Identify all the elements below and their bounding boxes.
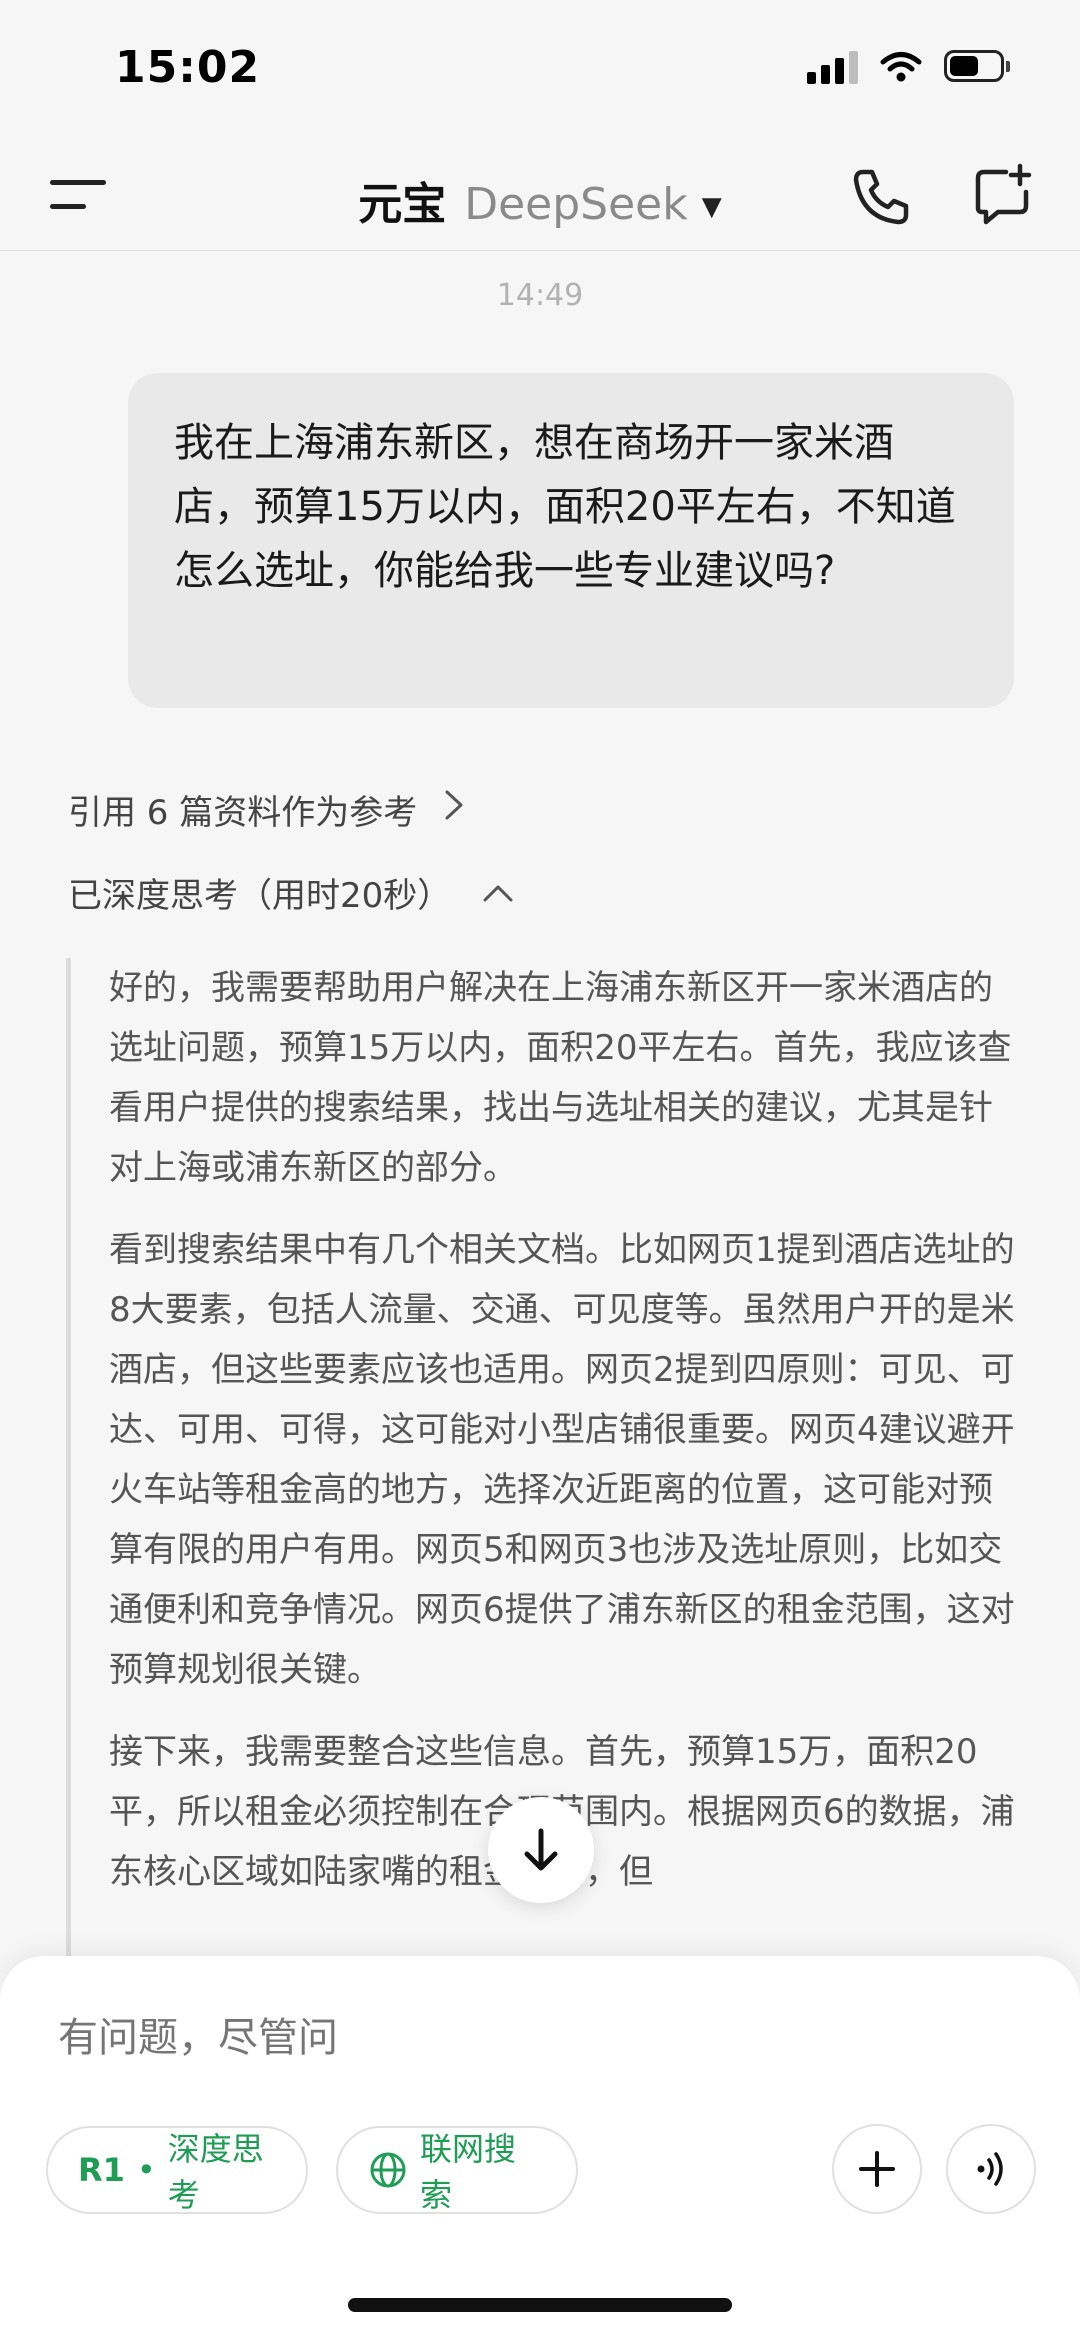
app-name: 元宝	[358, 179, 447, 230]
r1-badge: R1	[78, 2151, 125, 2189]
voice-input-button[interactable]	[946, 2124, 1036, 2214]
web-search-toggle[interactable]: 联网搜索	[336, 2126, 578, 2214]
arrow-down-icon	[524, 1828, 558, 1871]
references-link[interactable]: 引用 6 篇资料作为参考	[68, 785, 465, 834]
globe-icon	[368, 2150, 408, 2190]
message-input[interactable]	[56, 2014, 960, 2062]
web-search-label: 联网搜索	[420, 2130, 517, 2214]
user-message-bubble[interactable]: 我在上海浦东新区，想在商场开一家米酒店，预算15万以内，面积20平左右，不知道怎…	[128, 373, 1014, 708]
battery-icon	[944, 50, 1010, 84]
message-timestamp: 14:49	[496, 278, 584, 313]
thinking-paragraph: 好的，我需要帮助用户解决在上海浦东新区开一家米酒店的选址问题，预算15万以内，面…	[109, 968, 1012, 1188]
caret-down-icon: ▼	[701, 192, 722, 222]
top-app-bar: 元宝 DeepSeek ▼	[0, 140, 1080, 251]
references-label: 引用 6 篇资料作为参考	[68, 793, 418, 833]
thinking-toggle[interactable]: 已深度思考（用时20秒）	[68, 868, 515, 917]
phone-icon[interactable]	[848, 164, 914, 230]
scroll-to-bottom-button[interactable]	[488, 1797, 594, 1903]
chevron-up-icon	[481, 873, 515, 913]
chevron-right-icon	[443, 788, 465, 831]
model-selector[interactable]: 元宝 DeepSeek ▼	[0, 168, 1080, 232]
deep-think-toggle[interactable]: R1 • 深度思考	[46, 2126, 308, 2214]
composer: R1 • 深度思考 联网搜索	[0, 1956, 1080, 2337]
model-name: DeepSeek	[464, 179, 688, 230]
deep-think-label: 深度思考	[167, 2130, 264, 2214]
home-indicator	[348, 2298, 732, 2312]
thinking-label: 已深度思考（用时20秒）	[68, 876, 452, 916]
wifi-icon	[880, 52, 922, 82]
status-icons	[807, 50, 1010, 84]
status-time: 15:02	[115, 42, 261, 93]
signal-icon	[807, 50, 858, 84]
separator-dot: •	[136, 2151, 156, 2189]
status-bar: 15:02	[0, 0, 1080, 140]
voice-wave-icon	[977, 2152, 1003, 2186]
thinking-paragraph: 看到搜索结果中有几个相关文档。比如网页1提到酒店选址的8大要素，包括人流量、交通…	[109, 1230, 1015, 1690]
new-chat-icon[interactable]	[970, 162, 1036, 228]
add-attachment-button[interactable]	[832, 2124, 922, 2214]
plus-icon	[859, 2151, 895, 2187]
